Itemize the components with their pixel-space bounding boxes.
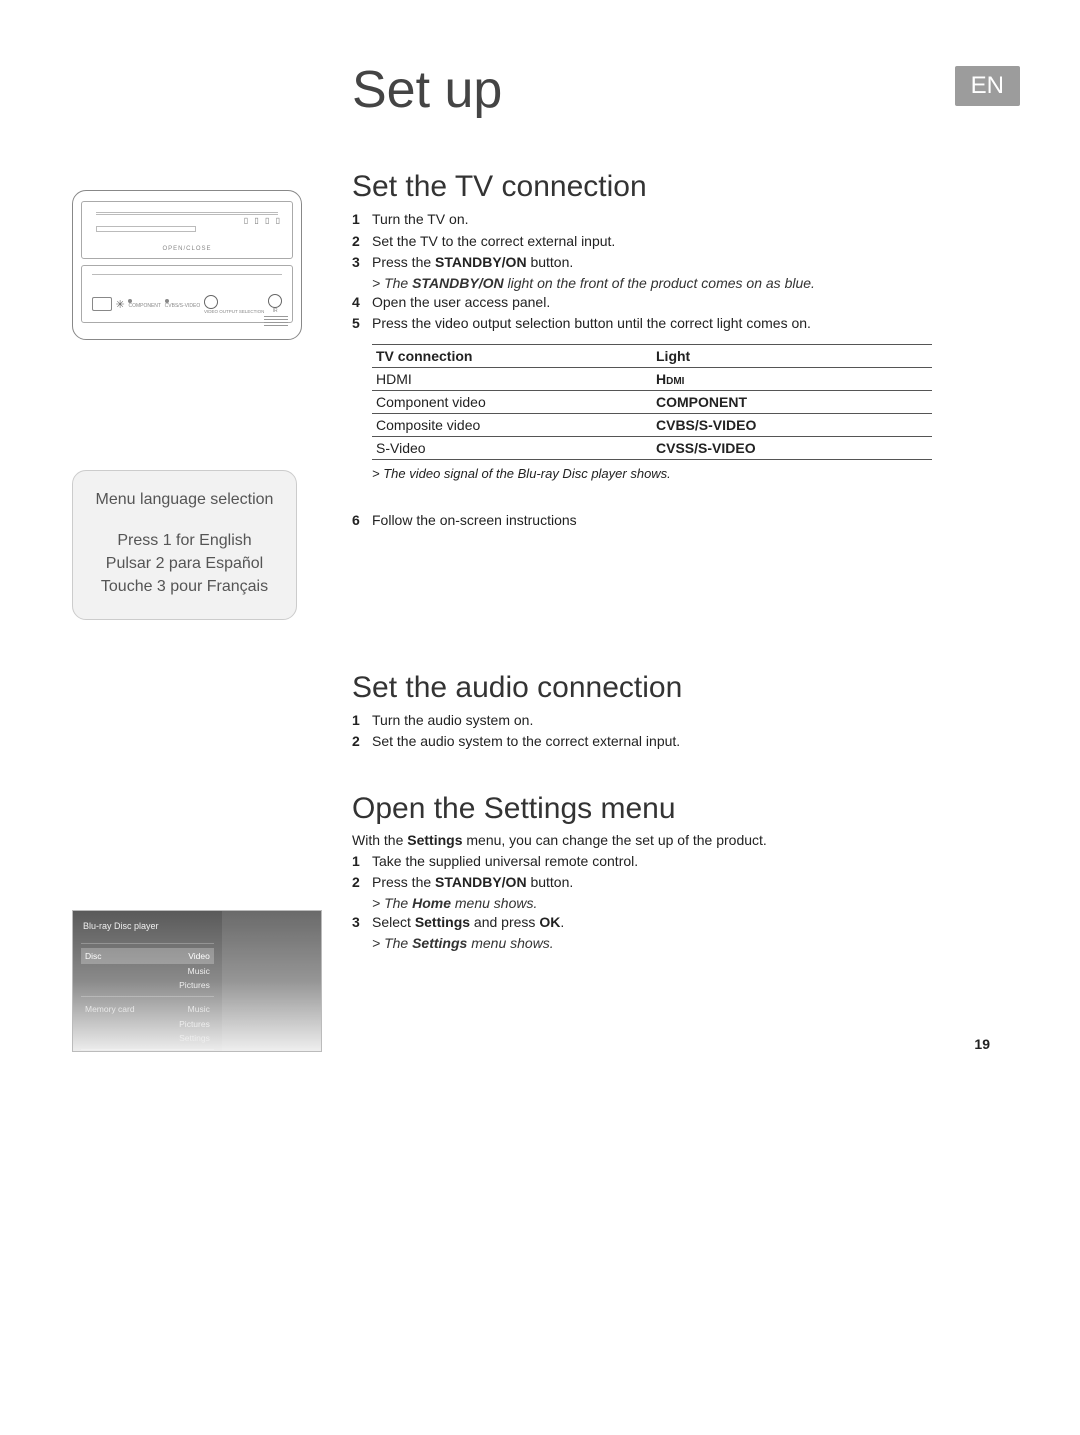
cvbs-label: CVBS/S-VIDEO — [165, 303, 201, 309]
settings-intro: With the Settings menu, you can change t… — [352, 832, 990, 848]
open-close-label: OPEN/CLOSE — [162, 246, 211, 252]
hand-lines-icon — [264, 316, 288, 326]
step-text: Follow the on-screen instructions — [372, 511, 577, 531]
screen-title: Blu-ray Disc player — [81, 917, 214, 939]
step-num: 5 — [352, 314, 372, 334]
page-title: Set up — [352, 60, 502, 120]
screen-pictures2: Pictures — [81, 1017, 214, 1031]
table-row: HDMI Hdmi — [372, 367, 932, 390]
step-text: Take the supplied universal remote contr… — [372, 852, 638, 872]
settings-menu-heading: Open the Settings menu — [352, 792, 990, 826]
table-head-light: Light — [652, 344, 932, 367]
step-text: Turn the TV on. — [372, 210, 469, 230]
screen-pictures: Pictures — [81, 978, 214, 992]
step-num: 3 — [352, 913, 372, 933]
table-row: Composite video CVBS/S-VIDEO — [372, 413, 932, 436]
step-text: Press the STANDBY/ON button. — [372, 253, 573, 273]
step-num: 2 — [352, 873, 372, 893]
screen-disc: Disc — [85, 951, 102, 961]
bluray-menu-screenshot: Blu-ray Disc player Disc Video Music Pic… — [72, 910, 322, 1052]
table-head-conn: TV connection — [372, 344, 652, 367]
player-diagram: ▯ ▯ ▯ ▯ OPEN/CLOSE ✳ COMPONENT — [72, 190, 302, 340]
table-row: S-Video CVSS/S-VIDEO — [372, 436, 932, 459]
step-num: 6 — [352, 511, 372, 531]
step-num: 3 — [352, 253, 372, 273]
menu-lang-fr: Touche 3 pour Français — [87, 575, 282, 598]
menu-language-panel: Menu language selection Press 1 for Engl… — [72, 470, 297, 620]
step-text: Press the video output selection button … — [372, 314, 811, 334]
screen-music2: Music — [188, 1004, 210, 1014]
step-num: 1 — [352, 210, 372, 230]
player-icons: ▯ ▯ ▯ ▯ — [244, 216, 282, 225]
screen-settings: Settings — [81, 1031, 214, 1045]
table-row: Component video COMPONENT — [372, 390, 932, 413]
step-text: Open the user access panel. — [372, 293, 550, 313]
step-num: 4 — [352, 293, 372, 313]
screen-video: Video — [188, 951, 210, 961]
step-num: 2 — [352, 732, 372, 752]
table-note: The video signal of the Blu-ray Disc pla… — [372, 466, 990, 481]
step-text: Set the TV to the correct external input… — [372, 232, 615, 252]
vout-label: VIDEO OUTPUT SELECTION — [204, 309, 264, 314]
audio-connection-heading: Set the audio connection — [352, 671, 990, 705]
step-note: The Home menu shows. — [372, 895, 990, 911]
menu-lang-title: Menu language selection — [87, 491, 282, 509]
component-label: COMPONENT — [128, 303, 161, 309]
menu-lang-en: Press 1 for English — [87, 529, 282, 552]
ir-button-icon — [268, 294, 282, 308]
screen-music: Music — [81, 964, 214, 978]
screen-memcard: Memory card — [85, 1004, 135, 1014]
select-button-icon — [204, 295, 218, 309]
ir-label: IR — [268, 308, 282, 314]
step-text: Press the STANDBY/ON button. — [372, 873, 573, 893]
screen-row-disc: Disc Video — [81, 948, 214, 964]
language-tag: EN — [955, 66, 1020, 106]
tv-connection-table: TV connection Light HDMI Hdmi Component … — [372, 344, 932, 460]
step-num: 2 — [352, 232, 372, 252]
menu-lang-es: Pulsar 2 para Español — [87, 552, 282, 575]
step-note: The STANDBY/ON light on the front of the… — [372, 275, 990, 291]
flap-icon — [92, 297, 112, 311]
screen-row-memcard: Memory card Music — [81, 1001, 214, 1017]
step-text: Turn the audio system on. — [372, 711, 533, 731]
step-note: The Settings menu shows. — [372, 935, 990, 951]
tv-connection-heading: Set the TV connection — [352, 170, 990, 204]
page-number: 19 — [974, 1036, 990, 1052]
step-text: Set the audio system to the correct exte… — [372, 732, 680, 752]
step-text: Select Settings and press OK. — [372, 913, 564, 933]
step-num: 1 — [352, 852, 372, 872]
step-num: 1 — [352, 711, 372, 731]
sun-icon: ✳ — [116, 298, 125, 311]
